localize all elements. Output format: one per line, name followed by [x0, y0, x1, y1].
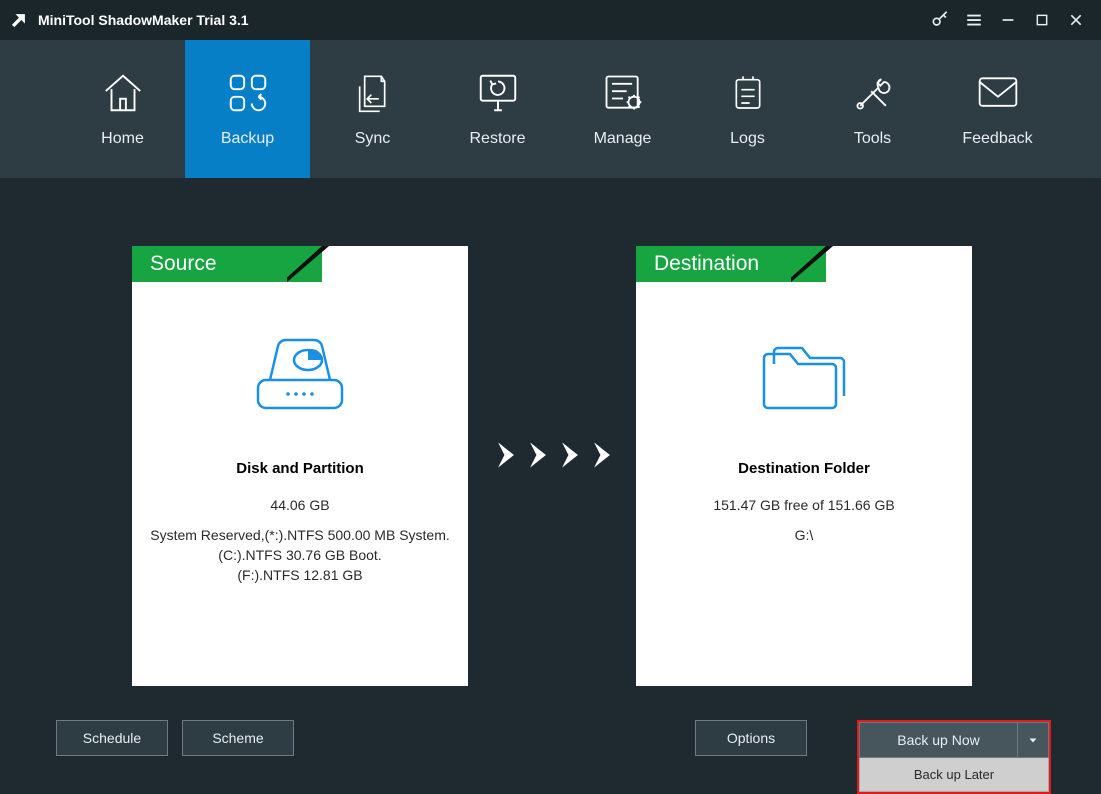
- options-button[interactable]: Options: [695, 720, 807, 756]
- titlebar: MiniTool ShadowMaker Trial 3.1: [0, 0, 1101, 40]
- nav-manage[interactable]: Manage: [560, 40, 685, 178]
- source-detail-2: (C:).NTFS 30.76 GB Boot.: [218, 545, 381, 565]
- manage-icon: [601, 70, 645, 116]
- nav-label: Backup: [221, 130, 274, 148]
- source-title: Disk and Partition: [236, 460, 364, 477]
- schedule-button[interactable]: Schedule: [56, 720, 168, 756]
- nav-label: Feedback: [962, 130, 1032, 148]
- backup-dropdown-button[interactable]: [1017, 722, 1049, 758]
- close-button[interactable]: [1059, 0, 1093, 40]
- nav-label: Tools: [854, 130, 891, 148]
- app-logo-icon: [8, 9, 30, 31]
- dest-title: Destination Folder: [738, 460, 870, 477]
- folder-icon: [754, 338, 854, 418]
- bottom-bar: Schedule Scheme Options Back up Now Back…: [0, 710, 1101, 794]
- dest-path: G:\: [795, 525, 814, 545]
- nav-restore[interactable]: Restore: [435, 40, 560, 178]
- nav-tools[interactable]: Tools: [810, 40, 935, 178]
- nav-backup[interactable]: Backup: [185, 40, 310, 178]
- nav-logs[interactable]: Logs: [685, 40, 810, 178]
- source-tab: Source: [132, 246, 322, 282]
- nav-feedback[interactable]: Feedback: [935, 40, 1060, 178]
- nav-home[interactable]: Home: [60, 40, 185, 178]
- source-panel: Source Disk and Partition 44.06 GB Syste…: [132, 246, 468, 686]
- dest-size: 151.47 GB free of 151.66 GB: [713, 495, 894, 515]
- backup-later-button[interactable]: Back up Later: [859, 758, 1049, 792]
- arrow-icon: [493, 436, 621, 474]
- nav-label: Home: [101, 130, 144, 148]
- nav-label: Manage: [594, 130, 652, 148]
- backup-button-group: Back up Now Back up Later: [857, 720, 1051, 794]
- scheme-button[interactable]: Scheme: [182, 720, 294, 756]
- tools-icon: [851, 70, 895, 116]
- maximize-button[interactable]: [1025, 0, 1059, 40]
- sync-icon: [353, 70, 393, 116]
- main-nav: Home Backup Sync Restore Manage Logs T: [0, 40, 1101, 178]
- source-size: 44.06 GB: [270, 495, 329, 515]
- nav-label: Sync: [355, 130, 391, 148]
- destination-body[interactable]: Destination Folder 151.47 GB free of 151…: [636, 282, 972, 686]
- menu-icon[interactable]: [957, 0, 991, 40]
- disk-icon: [250, 338, 350, 418]
- home-icon: [100, 70, 146, 116]
- dest-tab-label: Destination: [654, 246, 759, 282]
- key-icon[interactable]: [923, 0, 957, 40]
- nav-label: Logs: [730, 130, 765, 148]
- logs-icon: [728, 70, 768, 116]
- nav-label: Restore: [469, 130, 525, 148]
- restore-icon: [475, 70, 521, 116]
- backup-icon: [225, 70, 271, 116]
- feedback-icon: [976, 70, 1020, 116]
- source-tab-label: Source: [150, 246, 217, 282]
- minimize-button[interactable]: [991, 0, 1025, 40]
- source-detail-1: System Reserved,(*:).NTFS 500.00 MB Syst…: [150, 525, 450, 545]
- main-area: Source Disk and Partition 44.06 GB Syste…: [0, 178, 1101, 710]
- destination-tab: Destination: [636, 246, 826, 282]
- nav-sync[interactable]: Sync: [310, 40, 435, 178]
- app-title: MiniTool ShadowMaker Trial 3.1: [38, 12, 249, 28]
- destination-panel: Destination Destination Folder 151.47 GB…: [636, 246, 972, 686]
- source-body[interactable]: Disk and Partition 44.06 GB System Reser…: [132, 282, 468, 686]
- backup-now-button[interactable]: Back up Now: [859, 722, 1017, 758]
- source-detail-3: (F:).NTFS 12.81 GB: [237, 565, 362, 585]
